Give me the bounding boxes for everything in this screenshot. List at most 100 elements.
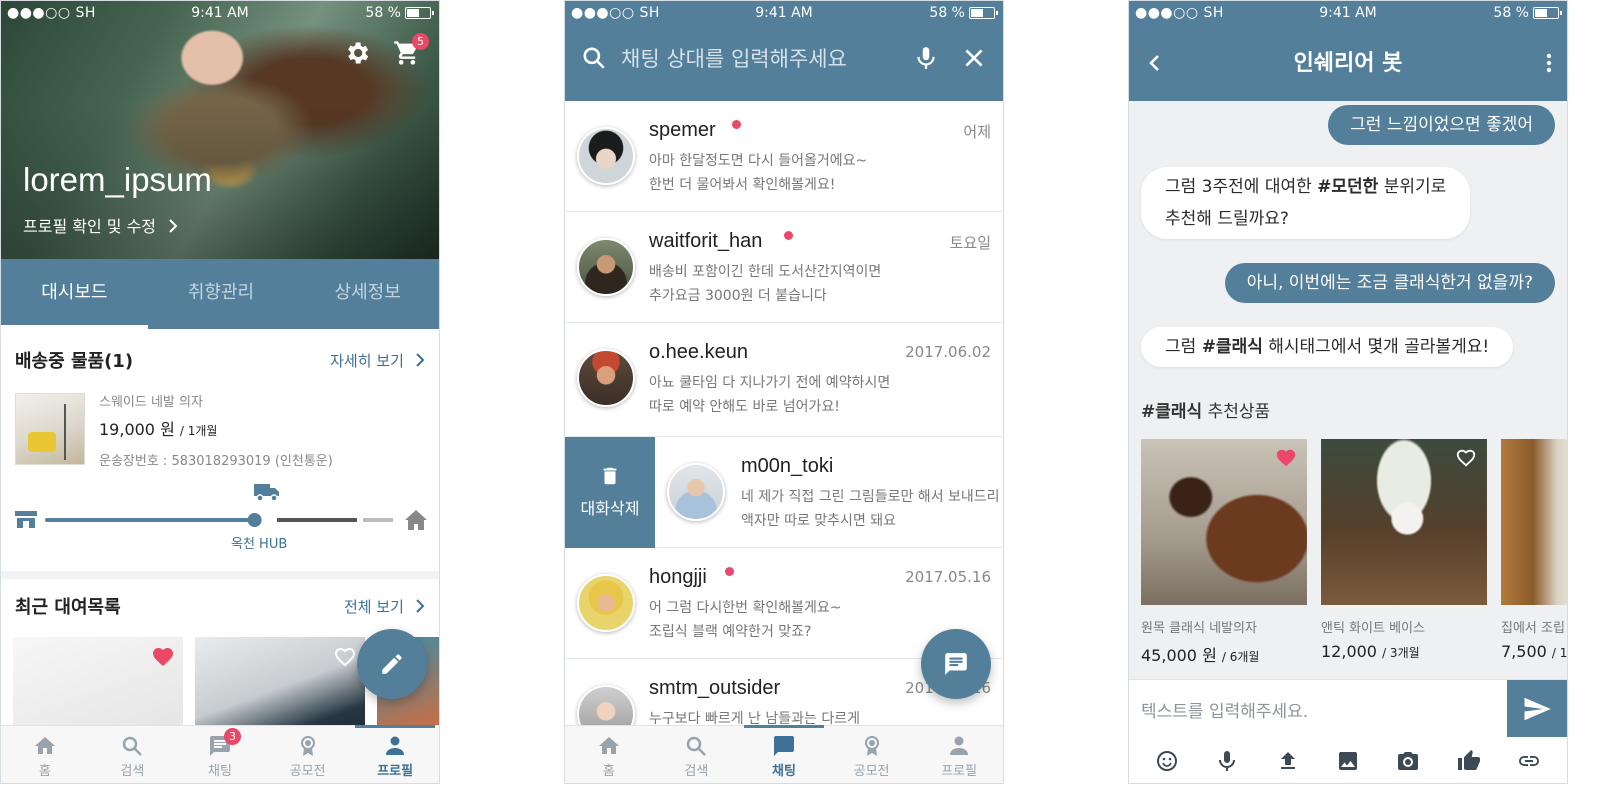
chevron-right-icon — [416, 352, 425, 367]
composer-toolbar — [1129, 737, 1567, 783]
product-name: 집에서 조립 — [1501, 621, 1565, 636]
nav-contest[interactable]: 공모전 — [828, 726, 916, 783]
heart-filled-icon[interactable] — [151, 645, 175, 669]
incoming-message: 그럼 #클래식 해시태그에서 몇개 골라볼게요! — [1141, 327, 1514, 367]
message-input[interactable]: 텍스트를 입력해주세요. — [1141, 697, 1308, 722]
mic-icon[interactable] — [1215, 749, 1239, 773]
chat-name: m00n_toki — [741, 455, 834, 477]
search-icon — [123, 736, 143, 756]
camera-icon[interactable] — [1396, 749, 1420, 773]
hashtag[interactable]: #모던한 — [1317, 177, 1378, 197]
section-divider — [1, 571, 439, 579]
shipping-item-thumbnail[interactable] — [15, 393, 85, 465]
nav-chat-label: 채팅 — [208, 764, 232, 779]
battery-icon — [1533, 7, 1562, 19]
chevron-right-icon — [416, 598, 425, 613]
chat-count-badge: 3 — [223, 728, 241, 745]
hashtag[interactable]: #클래식 — [1202, 337, 1263, 357]
message-text: 해시태그에서 몇개 골라볼게요! — [1262, 337, 1490, 357]
cart-button[interactable]: 5 — [393, 33, 429, 67]
thumbs-up-icon[interactable] — [1457, 749, 1481, 773]
avatar — [577, 349, 635, 407]
chat-list-item[interactable]: waitforit_han 토요일 배송비 포함이긴 한데 도서산간지역이면 추… — [565, 212, 1003, 323]
shipping-more-label: 자세히 보기 — [330, 351, 404, 370]
chat-name: o.hee.keun — [649, 341, 748, 363]
upload-icon[interactable] — [1276, 749, 1300, 773]
tab-details[interactable]: 상세정보 — [294, 259, 439, 329]
product-price: 7,500 — [1501, 642, 1547, 661]
profile-edit-link[interactable]: 프로필 확인 및 수정 — [23, 213, 179, 237]
outgoing-message: 그런 느낌이었으면 좋겠어 — [1328, 105, 1555, 145]
settings-button[interactable] — [343, 39, 371, 67]
chat-preview-line: 한번 더 물어봐서 확인해볼게요! — [649, 177, 836, 193]
chat-date: 2017.06.02 — [905, 343, 991, 361]
status-bar: ●●●○○ SH 9:41 AM 58 % — [1, 1, 439, 27]
shipping-item-price: 19,000 원 — [99, 420, 175, 439]
link-icon[interactable] — [1517, 749, 1541, 773]
hero-actions: 5 — [343, 33, 429, 67]
incoming-message: 그럼 3주전에 대여한 #모던한 분위기로 추천해 드릴까요? — [1141, 167, 1471, 239]
close-icon[interactable] — [961, 45, 987, 71]
rentals-title: 최근 대여목록 — [15, 597, 121, 618]
delete-chat-button[interactable]: 대화삭제 — [565, 437, 655, 548]
smile-icon[interactable] — [1155, 749, 1179, 773]
chat-date: 2017.05.16 — [905, 568, 991, 586]
nav-chat[interactable]: 채팅 — [740, 725, 828, 783]
chat-date: 토요일 — [949, 234, 991, 252]
chat-preview-line: 네 제가 직접 그린 그림들로만 해서 보내드리 — [741, 489, 1000, 505]
battery-icon — [405, 7, 434, 19]
nav-chat[interactable]: 채팅 3 — [176, 726, 264, 783]
chat-preview: 어 그럼 다시한번 확인해볼게요~ 조립식 블랙 예약한거 맞죠? — [649, 596, 842, 644]
nav-home[interactable]: 홈 — [1, 726, 89, 783]
product-card[interactable]: 원목 클래식 네발의자 45,000 원 / 6개월 — [1141, 439, 1309, 666]
battery-status: 58 % — [1493, 5, 1562, 21]
nav-home[interactable]: 홈 — [565, 726, 653, 783]
heart-outline-icon[interactable] — [333, 645, 357, 669]
nav-contest[interactable]: 공모전 — [264, 726, 352, 783]
rental-card[interactable] — [195, 637, 365, 737]
person-icon — [950, 736, 969, 755]
delivery-progress — [13, 506, 429, 536]
product-card[interactable]: 집에서 조립 7,500 / 1 — [1501, 439, 1568, 661]
avatar — [577, 238, 635, 296]
write-button[interactable] — [357, 629, 427, 699]
chat-list-item-swiped[interactable]: 대화삭제 m00n_toki 네 제가 직접 그린 그림들로만 해서 보내드리 … — [565, 437, 1003, 548]
rentals-section-header: 최근 대여목록 전체 보기 — [15, 593, 425, 619]
search-input[interactable]: 채팅 상대를 입력해주세요 — [621, 43, 913, 73]
tab-dashboard[interactable]: 대시보드 — [1, 259, 148, 329]
send-button[interactable] — [1507, 680, 1567, 738]
heart-filled-icon[interactable] — [1275, 447, 1297, 469]
nav-profile[interactable]: 프로필 — [915, 726, 1003, 783]
more-vertical-icon[interactable] — [1545, 51, 1553, 75]
send-icon — [1524, 697, 1551, 721]
mic-icon[interactable] — [913, 45, 939, 71]
hashtag[interactable]: #클래식 — [1141, 402, 1202, 422]
tab-preferences[interactable]: 취향관리 — [148, 259, 295, 329]
delete-chat-label: 대화삭제 — [580, 499, 640, 518]
product-period: / 1 — [1551, 646, 1568, 660]
home-icon — [34, 737, 55, 754]
unread-dot — [784, 231, 793, 240]
nav-search-label: 검색 — [120, 764, 145, 779]
shipping-section-header: 배송중 물품(1) 자세히 보기 — [15, 347, 425, 373]
rental-card[interactable] — [13, 637, 183, 737]
chat-list-item[interactable]: spemer 어제 아마 한달정도면 다시 들어올거에요~ 한번 더 물어봐서 … — [565, 101, 1003, 212]
chat-list-item[interactable]: o.hee.keun 2017.06.02 아뇨 쿨타임 다 지나가기 전에 예… — [565, 323, 1003, 437]
nav-search[interactable]: 검색 — [89, 726, 177, 783]
profile-edit-label: 프로필 확인 및 수정 — [23, 217, 157, 236]
unread-dot — [725, 567, 734, 576]
new-chat-button[interactable] — [921, 629, 991, 699]
nav-profile[interactable]: 프로필 — [351, 725, 439, 783]
heart-outline-icon[interactable] — [1455, 447, 1477, 469]
rentals-more-link[interactable]: 전체 보기 — [344, 596, 425, 617]
message-line: 추천해 드릴까요? — [1165, 209, 1289, 229]
search-bar: 채팅 상대를 입력해주세요 — [581, 43, 987, 73]
image-icon[interactable] — [1336, 749, 1360, 773]
nav-search[interactable]: 검색 — [653, 726, 741, 783]
search-icon — [583, 47, 605, 69]
chat-title: 인쉐리어 봇 — [1293, 51, 1403, 76]
home-icon — [598, 737, 619, 754]
product-card[interactable]: 앤틱 화이트 베이스 12,000 / 3개월 — [1321, 439, 1489, 661]
shipping-more-link[interactable]: 자세히 보기 — [330, 350, 425, 371]
battery-fill — [407, 9, 419, 17]
